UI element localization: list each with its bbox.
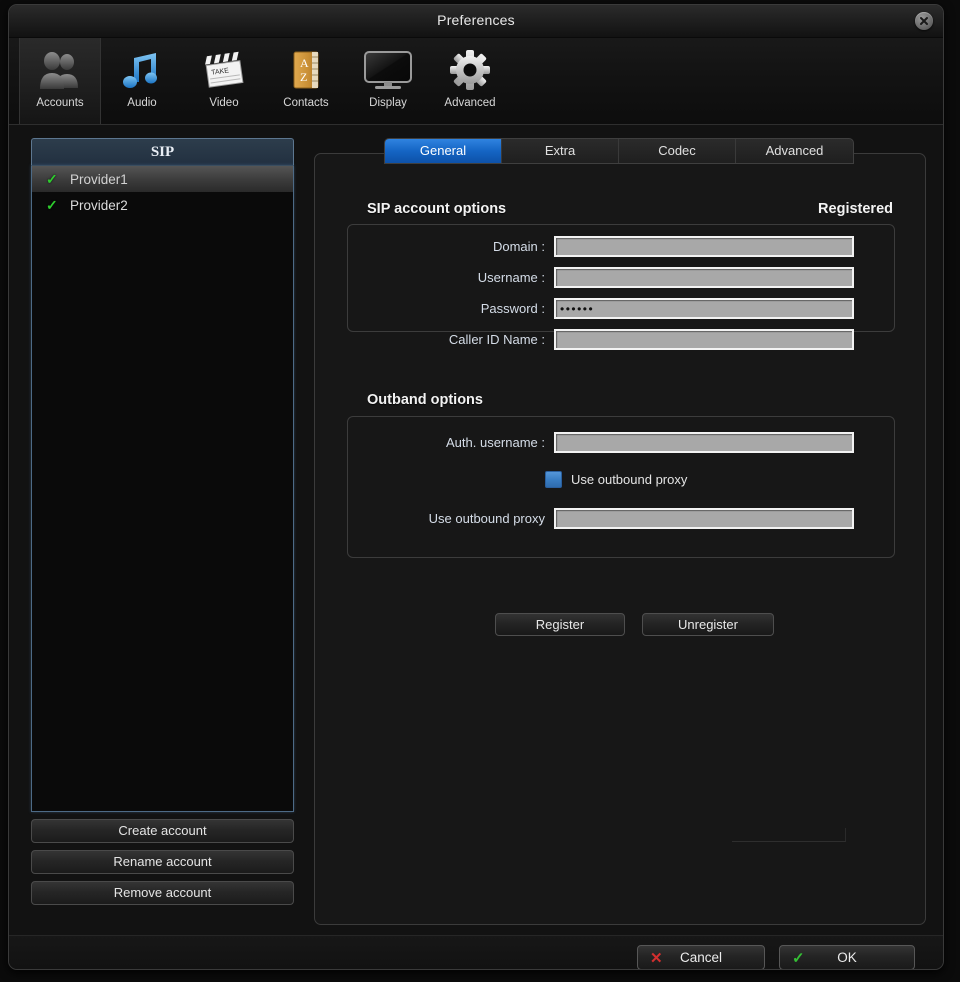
label-caller-id-name: Caller ID Name : — [435, 332, 545, 347]
auth-username-input[interactable] — [554, 432, 854, 453]
form-row-domain: Domain : — [435, 236, 854, 257]
preferences-body: SIP ✓ Provider1 ✓ Provider2 Create accou… — [9, 125, 943, 935]
outbound-proxy-input[interactable] — [554, 508, 854, 529]
general-tab-panel: SIP account options Registered Domain : … — [314, 153, 926, 925]
toolbar-item-audio[interactable]: Audio — [101, 38, 183, 124]
label-use-outbound-proxy: Use outbound proxy — [390, 511, 545, 526]
toolbar-item-advanced[interactable]: Advanced — [429, 38, 511, 124]
settings-tabbar: General Extra Codec Advanced — [314, 138, 926, 164]
clapperboard-icon: TAKE — [201, 44, 247, 96]
tab-extra[interactable]: Extra — [502, 139, 619, 163]
toolbar-item-display[interactable]: Display — [347, 38, 429, 124]
use-outbound-proxy-checkbox[interactable] — [545, 471, 562, 488]
form-row-outbound-proxy: Use outbound proxy — [390, 508, 854, 529]
toolbar-label-advanced: Advanced — [444, 97, 495, 109]
password-input[interactable] — [554, 298, 854, 319]
account-enabled-check-icon: ✓ — [46, 171, 66, 188]
toolbar-label-contacts: Contacts — [283, 97, 328, 109]
toolbar-item-contacts[interactable]: A Z Contacts — [265, 38, 347, 124]
form-row-caller-id: Caller ID Name : — [435, 329, 854, 350]
account-name: Provider2 — [70, 198, 128, 213]
account-enabled-check-icon: ✓ — [46, 197, 66, 214]
account-list[interactable]: ✓ Provider1 ✓ Provider2 — [31, 165, 294, 812]
tab-general[interactable]: General — [385, 139, 502, 163]
svg-text:A: A — [300, 56, 309, 70]
tab-advanced[interactable]: Advanced — [736, 139, 853, 163]
title-bar: Preferences — [9, 5, 943, 38]
account-list-item-provider2[interactable]: ✓ Provider2 — [32, 192, 293, 218]
form-row-use-outbound-proxy-toggle: Use outbound proxy — [545, 471, 687, 488]
hidden-widget-outline — [732, 828, 846, 842]
account-list-item-provider1[interactable]: ✓ Provider1 — [32, 166, 293, 192]
unregister-button[interactable]: Unregister — [642, 613, 774, 636]
toolbar-label-video: Video — [209, 97, 238, 109]
toolbar-item-accounts[interactable]: Accounts — [19, 38, 101, 124]
dialog-footer: ✕ Cancel ✓ OK — [9, 935, 943, 970]
label-domain: Domain : — [435, 239, 545, 254]
ok-button[interactable]: ✓ OK — [779, 945, 915, 970]
tab-codec[interactable]: Codec — [619, 139, 736, 163]
window-title: Preferences — [9, 12, 943, 28]
music-note-icon — [120, 44, 164, 96]
account-name: Provider1 — [70, 172, 128, 187]
form-row-password: Password : — [435, 298, 854, 319]
username-input[interactable] — [554, 267, 854, 288]
register-button[interactable]: Register — [495, 613, 625, 636]
toolbar-item-video[interactable]: TAKE Video — [183, 38, 265, 124]
accounts-sidebar: SIP ✓ Provider1 ✓ Provider2 Create accou… — [31, 138, 294, 905]
toolbar-label-audio: Audio — [127, 97, 156, 109]
close-icon[interactable] — [915, 12, 933, 30]
toolbar-label-display: Display — [369, 97, 407, 109]
users-icon — [36, 44, 84, 96]
rename-account-button[interactable]: Rename account — [31, 850, 294, 874]
monitor-icon — [362, 44, 414, 96]
caller-id-name-input[interactable] — [554, 329, 854, 350]
cancel-x-icon: ✕ — [650, 949, 663, 967]
preferences-toolbar: Accounts Audio — [9, 38, 943, 125]
preferences-window: Preferences — [8, 4, 944, 970]
svg-text:Z: Z — [300, 70, 307, 84]
sidebar-header-sip: SIP — [31, 138, 294, 165]
ok-button-label: OK — [837, 950, 857, 965]
domain-input[interactable] — [554, 236, 854, 257]
remove-account-button[interactable]: Remove account — [31, 881, 294, 905]
registration-status-badge: Registered — [818, 201, 893, 217]
label-password: Password : — [435, 301, 545, 316]
cancel-button-label: Cancel — [680, 950, 722, 965]
label-auth-username: Auth. username : — [395, 435, 545, 450]
use-outbound-proxy-checkbox-label: Use outbound proxy — [571, 472, 687, 487]
outband-options-title: Outband options — [367, 392, 483, 408]
label-username: Username : — [435, 270, 545, 285]
toolbar-label-accounts: Accounts — [36, 97, 83, 109]
create-account-button[interactable]: Create account — [31, 819, 294, 843]
form-row-username: Username : — [435, 267, 854, 288]
ok-check-icon: ✓ — [792, 949, 805, 967]
cancel-button[interactable]: ✕ Cancel — [637, 945, 765, 970]
gear-icon — [448, 44, 492, 96]
sip-account-options-title: SIP account options — [367, 201, 506, 217]
form-row-auth-username: Auth. username : — [395, 432, 854, 453]
address-book-icon: A Z — [286, 44, 326, 96]
